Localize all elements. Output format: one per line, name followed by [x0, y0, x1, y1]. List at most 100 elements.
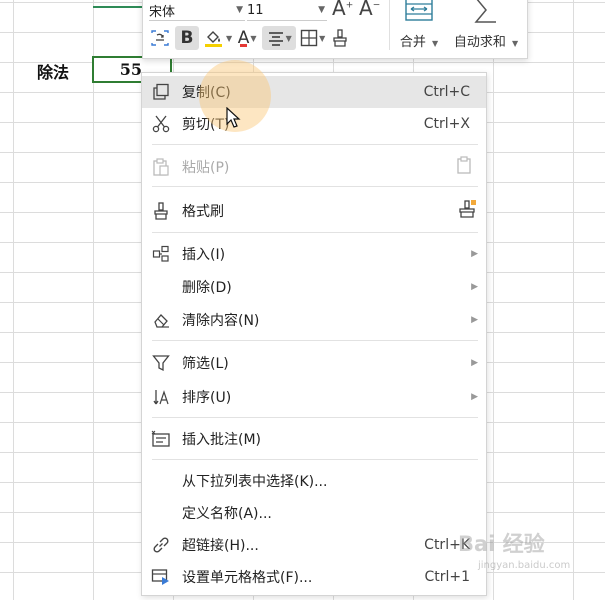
paste-options-icon[interactable] — [456, 156, 474, 178]
menu-item-shortcut: Ctrl+X — [423, 116, 470, 132]
merge-label-row: 合并 ▼ — [400, 31, 438, 50]
context-menu: 复制(C) Ctrl+C 剪切(T) Ctrl+X 粘贴(P) 格式刷 插入(I… — [141, 72, 487, 596]
toolbar-divider — [389, 0, 390, 50]
chevron-down-icon: ▼ — [431, 39, 439, 48]
chevron-down-icon: ▼ — [285, 33, 292, 43]
submenu-arrow-icon: ▶ — [471, 249, 478, 259]
chevron-down-icon: ▼ — [318, 5, 325, 15]
menu-item-label: 设置单元格格式(F)... — [182, 570, 313, 586]
chevron-down-icon: ▼ — [226, 33, 233, 43]
borders-icon — [300, 29, 318, 47]
menu-item-insert[interactable]: 插入(I) ▶ — [142, 238, 486, 270]
grow-font-icon: A — [332, 0, 346, 20]
format-painter-icon — [333, 29, 347, 47]
menu-item-label: 格式刷 — [182, 204, 224, 220]
submenu-arrow-icon: ▶ — [471, 315, 478, 325]
decrease-font-size-button[interactable]: A− — [359, 0, 380, 20]
format-painter-pin-icon[interactable] — [456, 199, 478, 223]
comment-icon — [151, 429, 171, 449]
merge-cells-icon — [405, 0, 433, 21]
shrink-font-icon: A — [359, 0, 373, 20]
chevron-down-icon: ▼ — [236, 5, 243, 15]
format-painter-button[interactable] — [329, 26, 351, 50]
font-color-button[interactable]: A ▼ — [236, 26, 258, 50]
menu-separator — [152, 417, 478, 418]
column-selection-indicator — [93, 6, 143, 8]
autosum-button[interactable]: 自动求和 ▼ — [449, 0, 523, 50]
font-size-select[interactable]: 11 ▼ — [247, 0, 327, 21]
chevron-down-icon: ▼ — [319, 33, 326, 43]
menu-item-define-name[interactable]: 定义名称(A)... — [142, 497, 486, 529]
menu-separator — [152, 459, 478, 460]
watermark-logo: Bai 经验 — [458, 532, 545, 556]
filter-icon — [151, 353, 171, 373]
menu-item-format-cells[interactable]: 设置单元格格式(F)... Ctrl+1 — [142, 561, 486, 593]
cell-label-division[interactable]: 除法 — [13, 57, 93, 85]
menu-item-label: 插入批注(M) — [182, 432, 262, 448]
menu-item-label: 超链接(H)... — [182, 538, 259, 554]
submenu-arrow-icon: ▶ — [471, 392, 478, 402]
insert-icon — [151, 244, 171, 264]
watermark-url: jingyan.baidu.com — [478, 560, 571, 571]
merge-label: 合并 — [399, 35, 426, 50]
menu-item-label: 插入(I) — [182, 247, 226, 263]
sigma-icon — [474, 0, 496, 23]
menu-item-label: 排序(U) — [182, 390, 232, 406]
submenu-arrow-icon: ▶ — [471, 358, 478, 368]
align-center-icon — [268, 32, 283, 46]
menu-item-label: 删除(D) — [182, 280, 232, 296]
menu-item-label: 从下拉列表中选择(K)... — [182, 474, 328, 490]
autosum-label-row: 自动求和 ▼ — [454, 31, 518, 50]
scissors-icon — [151, 114, 171, 134]
menu-item-filter[interactable]: 筛选(L) ▶ — [142, 347, 486, 379]
menu-item-sort[interactable]: 排序(U) ▶ — [142, 381, 486, 413]
copy-icon — [151, 82, 171, 102]
menu-item-clear-contents[interactable]: 清除内容(N) ▶ — [142, 304, 486, 336]
menu-item-label: 筛选(L) — [182, 356, 229, 372]
menu-item-delete[interactable]: 删除(D) ▶ — [142, 271, 486, 303]
increase-font-size-button[interactable]: A+ — [332, 0, 353, 20]
submenu-arrow-icon: ▶ — [471, 282, 478, 292]
rotate-text-icon — [151, 30, 169, 46]
chevron-down-icon: ▼ — [250, 33, 257, 43]
menu-separator — [152, 340, 478, 341]
menu-item-shortcut: Ctrl+1 — [424, 569, 470, 585]
menu-item-label: 定义名称(A)... — [182, 506, 272, 522]
eraser-icon — [151, 310, 171, 330]
sort-icon — [151, 387, 171, 407]
chevron-down-icon: ▼ — [511, 39, 519, 48]
align-center-button[interactable]: ▼ — [262, 26, 297, 50]
menu-item-cut[interactable]: 剪切(T) Ctrl+X — [142, 108, 486, 140]
font-name-value: 宋体 — [149, 4, 176, 20]
format-painter-icon — [151, 201, 171, 221]
mouse-pointer-icon — [226, 107, 241, 128]
menu-item-shortcut: Ctrl+C — [423, 84, 470, 100]
selected-cell-value: 55 — [119, 60, 142, 79]
paint-bucket-icon — [205, 31, 222, 47]
menu-item-paste[interactable]: 粘贴(P) — [142, 151, 486, 183]
menu-separator — [152, 232, 478, 233]
autosum-label: 自动求和 — [453, 35, 506, 50]
menu-item-label: 清除内容(N) — [182, 313, 260, 329]
menu-item-copy[interactable]: 复制(C) Ctrl+C — [142, 76, 486, 108]
cell-format-icon — [151, 567, 171, 587]
borders-button[interactable]: ▼ — [300, 26, 325, 50]
menu-separator — [152, 186, 478, 187]
merge-cells-button[interactable]: 合并 ▼ — [395, 0, 443, 50]
menu-item-hyperlink[interactable]: 超链接(H)... Ctrl+K — [142, 529, 486, 561]
mini-toolbar: 宋体 ▼ 11 ▼ A+ A− B ▼ A ▼ ▼ ▼ 合并 ▼ 自动求和 ▼ — [142, 0, 528, 59]
fill-color-button[interactable]: ▼ — [203, 26, 232, 50]
toolbar-format-row: B ▼ A ▼ ▼ ▼ — [149, 26, 351, 50]
menu-item-label: 粘贴(P) — [182, 160, 230, 176]
menu-item-format-painter[interactable]: 格式刷 — [142, 195, 486, 227]
font-color-icon: A — [237, 28, 250, 48]
link-icon — [151, 535, 171, 555]
font-name-select[interactable]: 宋体 ▼ — [149, 0, 245, 21]
bold-button[interactable]: B — [175, 26, 199, 50]
paste-icon — [151, 157, 171, 177]
menu-separator — [152, 144, 478, 145]
menu-item-insert-comment[interactable]: 插入批注(M) — [142, 423, 486, 455]
menu-item-pick-from-list[interactable]: 从下拉列表中选择(K)... — [142, 465, 486, 497]
rotate-text-button[interactable] — [149, 26, 171, 50]
font-size-value: 11 — [247, 2, 264, 18]
